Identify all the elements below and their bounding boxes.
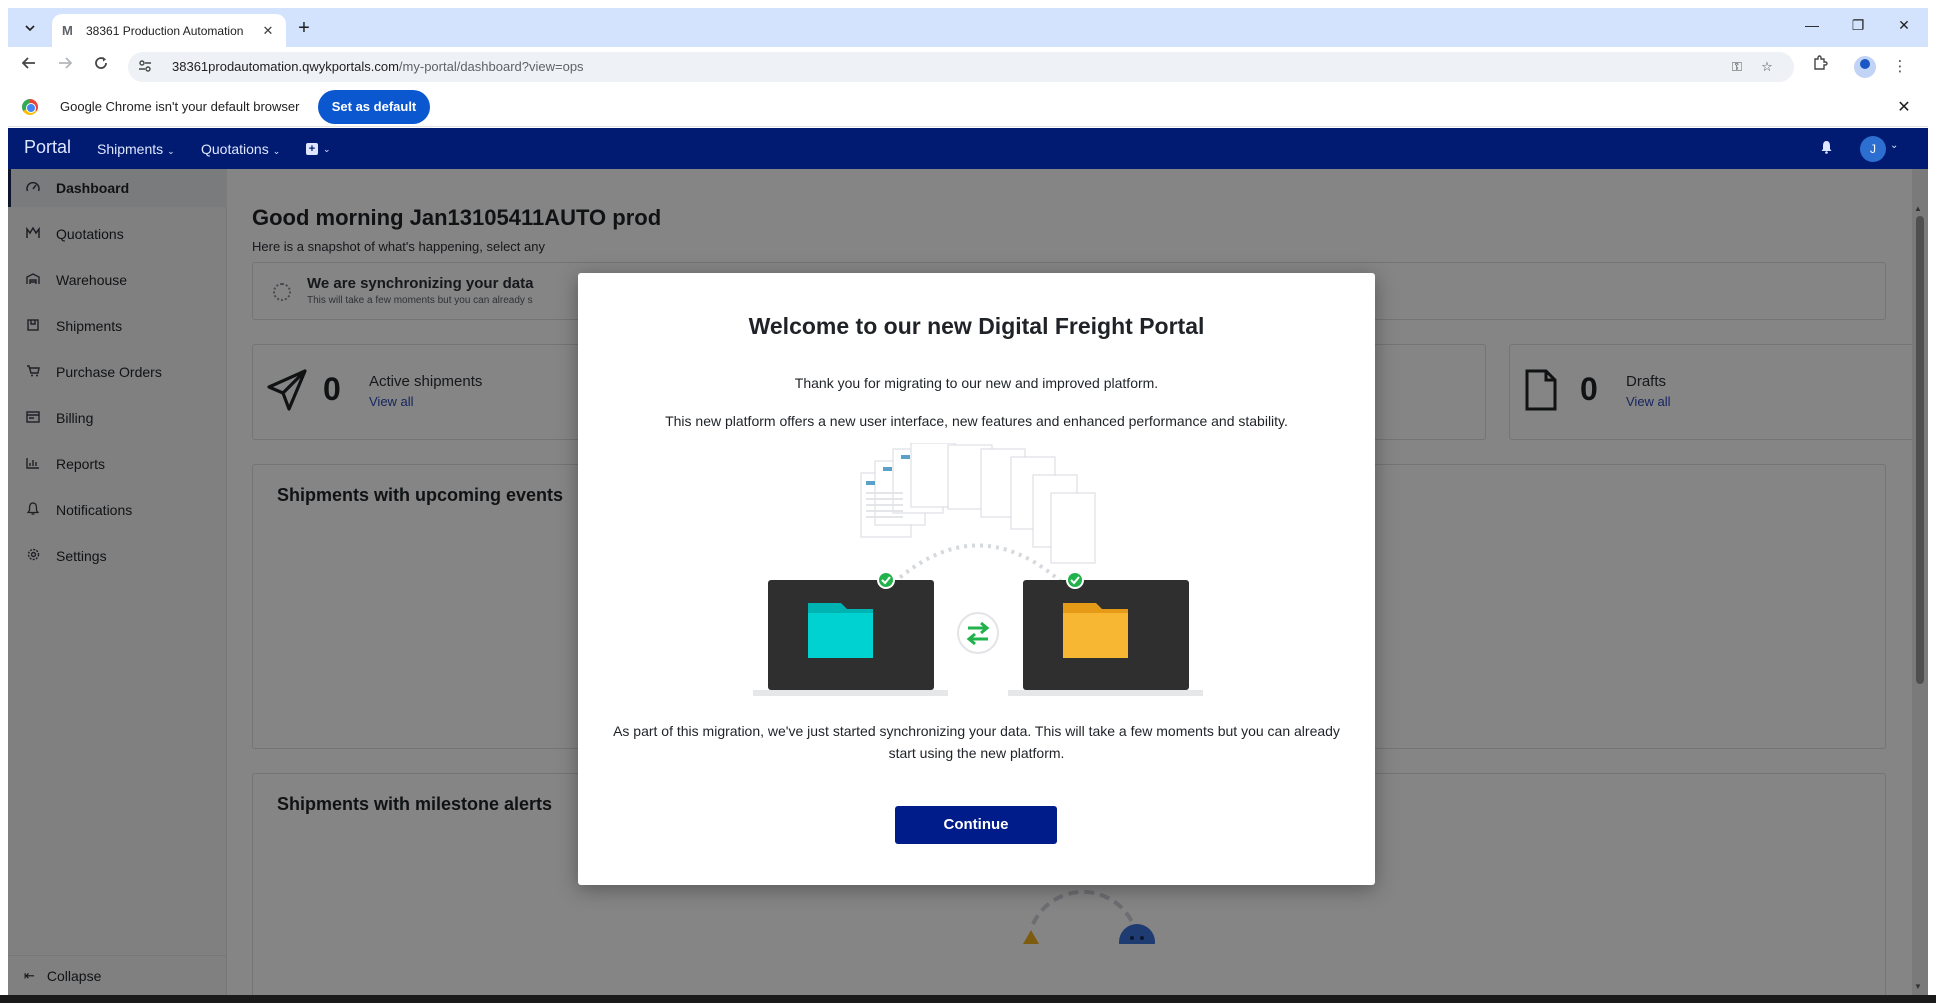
chevron-down-icon: ⌄ [167,146,175,156]
forward-button[interactable] [53,55,77,79]
nav-quotations-label: Quotations [201,141,269,157]
os-taskbar [0,995,1936,1003]
quick-add-menu[interactable]: + ⌄ [306,140,331,155]
kebab-menu-icon[interactable]: ⋮ [1888,55,1912,79]
tab-title: 38361 Production Automation [86,23,244,38]
scrollbar-thumb[interactable] [1916,216,1924,684]
extensions-icon[interactable] [1808,55,1832,79]
reload-icon [95,57,107,69]
brand-logo[interactable]: Portal [24,137,71,158]
nav-shipments-label: Shipments [97,141,164,157]
tab-favicon: M [62,22,73,38]
source-laptop-icon [753,571,948,696]
migration-illustration [753,443,1203,696]
modal-intro-text: Thank you for migrating to our new and i… [794,375,1159,391]
site-info-icon[interactable] [138,59,154,75]
new-tab-button[interactable]: + [292,17,316,41]
modal-title: Welcome to our new Digital Freight Porta… [748,313,1205,339]
tab-close-icon[interactable]: ✕ [260,23,276,39]
chrome-logo-icon [22,99,38,115]
continue-button[interactable]: Continue [895,806,1057,844]
browser-toolbar: 38361prodautomation.qwykportals.com/my-p… [8,47,1928,87]
default-browser-infobar: Google Chrome isn't your default browser… [8,87,1928,127]
url-host: 38361prodautomation.qwykportals.com [172,59,399,74]
browser-window: M 38361 Production Automation ✕ + — ❐ ✕ … [8,8,1928,995]
tab-search-button[interactable] [18,16,42,40]
nav-quotations-menu[interactable]: Quotations ⌄ [201,141,280,157]
forward-arrow-icon [59,57,73,69]
set-as-default-button[interactable]: Set as default [318,90,430,124]
documents-stack-icon [860,443,1096,564]
tab-strip: M 38361 Production Automation ✕ + — ❐ ✕ [8,8,1928,47]
password-key-icon[interactable]: ⚿ [1728,59,1746,75]
profile-avatar-icon[interactable] [1854,56,1876,78]
chevron-down-icon[interactable]: ⌄ [1890,140,1898,151]
chevron-down-icon: ⌄ [323,144,331,154]
chevron-down-icon: ⌄ [272,146,281,156]
nav-shipments-menu[interactable]: Shipments ⌄ [97,141,175,157]
top-navigation: Portal Shipments ⌄ Quotations ⌄ + ⌄ J ⌄ [8,128,1928,169]
back-button[interactable] [17,55,41,79]
modal-features-text: This new platform offers a new user inte… [665,413,1288,429]
restore-button[interactable]: ❐ [1838,17,1878,39]
notifications-bell-icon[interactable] [1820,140,1833,157]
reload-button[interactable] [89,55,113,79]
url-text: 38361prodautomation.qwykportals.com/my-p… [172,59,584,74]
infobar-close-icon[interactable]: ✕ [1894,97,1914,117]
close-window-button[interactable]: ✕ [1884,17,1924,39]
minimize-button[interactable]: — [1792,17,1832,39]
user-avatar[interactable]: J [1860,136,1886,162]
chevron-down-icon [25,25,35,32]
scroll-down-arrow-icon[interactable]: ▼ [1914,982,1922,991]
address-bar[interactable]: 38361prodautomation.qwykportals.com/my-p… [128,52,1794,82]
destination-laptop-icon [1008,571,1203,696]
back-arrow-icon [21,57,35,69]
url-path: /my-portal/dashboard?view=ops [398,59,584,74]
bookmark-star-icon[interactable]: ☆ [1758,59,1776,75]
scroll-up-arrow-icon[interactable]: ▲ [1914,204,1922,213]
infobar-message: Google Chrome isn't your default browser [60,99,300,114]
browser-tab[interactable]: M 38361 Production Automation ✕ [52,14,286,47]
welcome-modal: Welcome to our new Digital Freight Porta… [578,273,1375,885]
modal-sync-text: As part of this migration, we've just st… [613,723,1340,761]
plus-square-icon: + [306,143,318,155]
sync-arrows-icon [957,612,999,654]
